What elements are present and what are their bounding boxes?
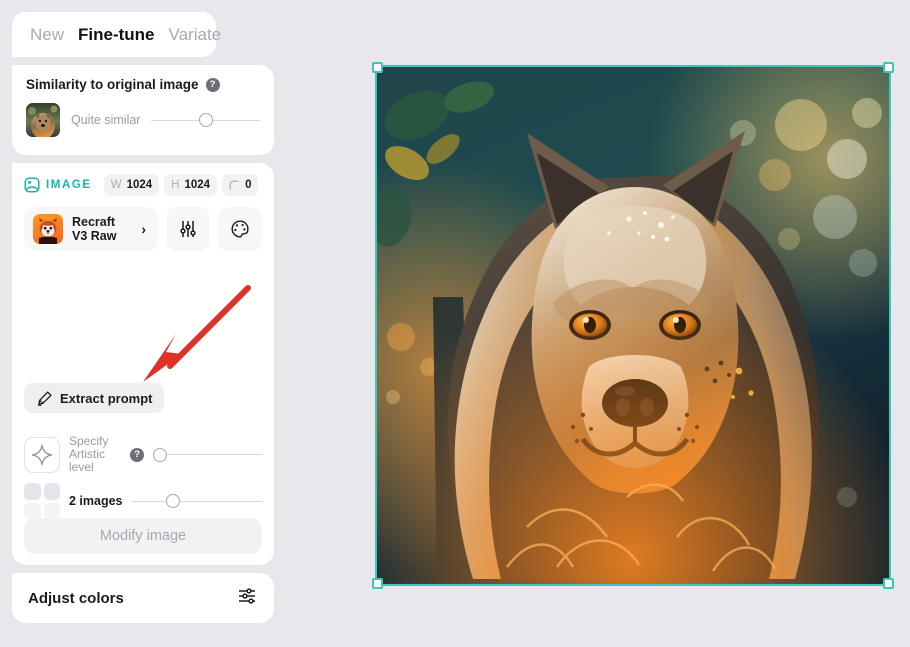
artwork-svg	[377, 67, 889, 584]
artistic-label-line2: Artistic	[69, 447, 105, 461]
extract-prompt-button[interactable]: Extract prompt	[24, 383, 165, 413]
resize-handle-bottom-left[interactable]	[372, 578, 383, 589]
grid-cell	[43, 502, 60, 519]
slider-thumb[interactable]	[198, 113, 213, 127]
corner-radius-value: 0	[245, 179, 252, 191]
modify-image-button[interactable]: Modify image	[24, 518, 262, 554]
tab-new[interactable]: New	[30, 25, 64, 45]
resize-handle-bottom-right[interactable]	[883, 578, 894, 589]
width-key: W	[110, 179, 122, 191]
artistic-help-icon[interactable]: ?	[130, 447, 144, 462]
adjust-colors-card[interactable]: Adjust colors	[12, 573, 274, 623]
similarity-value-label: Quite similar	[71, 113, 141, 127]
width-value: 1024	[126, 179, 153, 191]
red-panda-icon	[33, 214, 63, 244]
model-name: Recraft V3 Raw	[72, 215, 132, 243]
generation-settings-card: IMAGE W 1024 H 1024 0 Recraft V3 Raw › E…	[12, 163, 274, 565]
question-mark-icon[interactable]: ?	[205, 77, 220, 92]
tab-bar: New Fine-tune Variate	[12, 12, 221, 57]
generated-image[interactable]	[375, 65, 891, 586]
original-image-thumbnail[interactable]	[26, 103, 60, 137]
similarity-control-row: Quite similar	[26, 103, 260, 137]
grid-cell	[24, 502, 41, 519]
artistic-level-slider[interactable]	[153, 447, 262, 463]
corner-radius-field[interactable]: 0	[222, 174, 259, 196]
grid-2x2-icon[interactable]	[24, 483, 60, 519]
canvas-selection[interactable]	[372, 62, 894, 589]
artistic-level-label: Specify Artistic level	[69, 435, 121, 474]
similarity-card: Similarity to original image ? Quite sim…	[12, 65, 274, 155]
tab-fine-tune[interactable]: Fine-tune	[78, 25, 155, 45]
slider-track	[153, 454, 262, 455]
slider-thumb[interactable]	[166, 494, 181, 508]
tab-variate[interactable]: Variate	[169, 25, 222, 45]
image-count-row: 2 images	[24, 483, 262, 519]
image-type-chip[interactable]: IMAGE	[24, 174, 99, 196]
image-count-label: 2 images	[69, 493, 123, 508]
model-row: Recraft V3 Raw ›	[24, 207, 262, 251]
artistic-label-line1: Specify	[69, 434, 109, 448]
similarity-title: Similarity to original image	[26, 77, 199, 92]
resize-handle-top-right[interactable]	[883, 62, 894, 73]
similarity-slider[interactable]	[151, 112, 260, 128]
image-count-slider[interactable]	[131, 493, 262, 509]
corner-radius-icon	[229, 180, 239, 190]
model-name-line1: Recraft	[72, 215, 116, 229]
model-name-line2: V3 Raw	[72, 229, 117, 243]
app-root: New Fine-tune Variate Similarity to orig…	[0, 0, 910, 647]
grid-cell	[24, 483, 41, 500]
chevron-right-icon: ›	[141, 221, 146, 237]
extract-prompt-label: Extract prompt	[60, 390, 153, 406]
four-point-star-icon[interactable]	[24, 436, 60, 473]
image-settings-bar: IMAGE W 1024 H 1024 0	[24, 174, 262, 196]
color-palette-button[interactable]	[218, 207, 262, 251]
slider-thumb[interactable]	[153, 447, 167, 462]
height-value: 1024	[184, 179, 211, 191]
slider-track	[131, 500, 262, 502]
model-selector-button[interactable]: Recraft V3 Raw ›	[24, 207, 158, 251]
vertical-sliders-icon	[180, 221, 196, 237]
image-type-label: IMAGE	[46, 179, 92, 191]
height-field[interactable]: H 1024	[164, 174, 218, 196]
similarity-header: Similarity to original image ?	[26, 77, 260, 92]
model-settings-button[interactable]	[166, 207, 210, 251]
height-key: H	[171, 179, 180, 191]
grid-cell	[43, 483, 60, 500]
adjust-colors-label: Adjust colors	[28, 589, 124, 607]
artistic-label-line3: level	[69, 460, 94, 474]
resize-handle-top-left[interactable]	[372, 62, 383, 73]
width-field[interactable]: W 1024	[103, 174, 160, 196]
image-icon	[24, 177, 40, 193]
pencil-icon	[37, 390, 52, 406]
color-palette-icon	[231, 220, 249, 238]
artistic-level-row: Specify Artistic level ?	[24, 435, 262, 474]
horizontal-sliders-icon[interactable]	[236, 585, 258, 612]
thumbnail-artwork	[26, 103, 60, 137]
